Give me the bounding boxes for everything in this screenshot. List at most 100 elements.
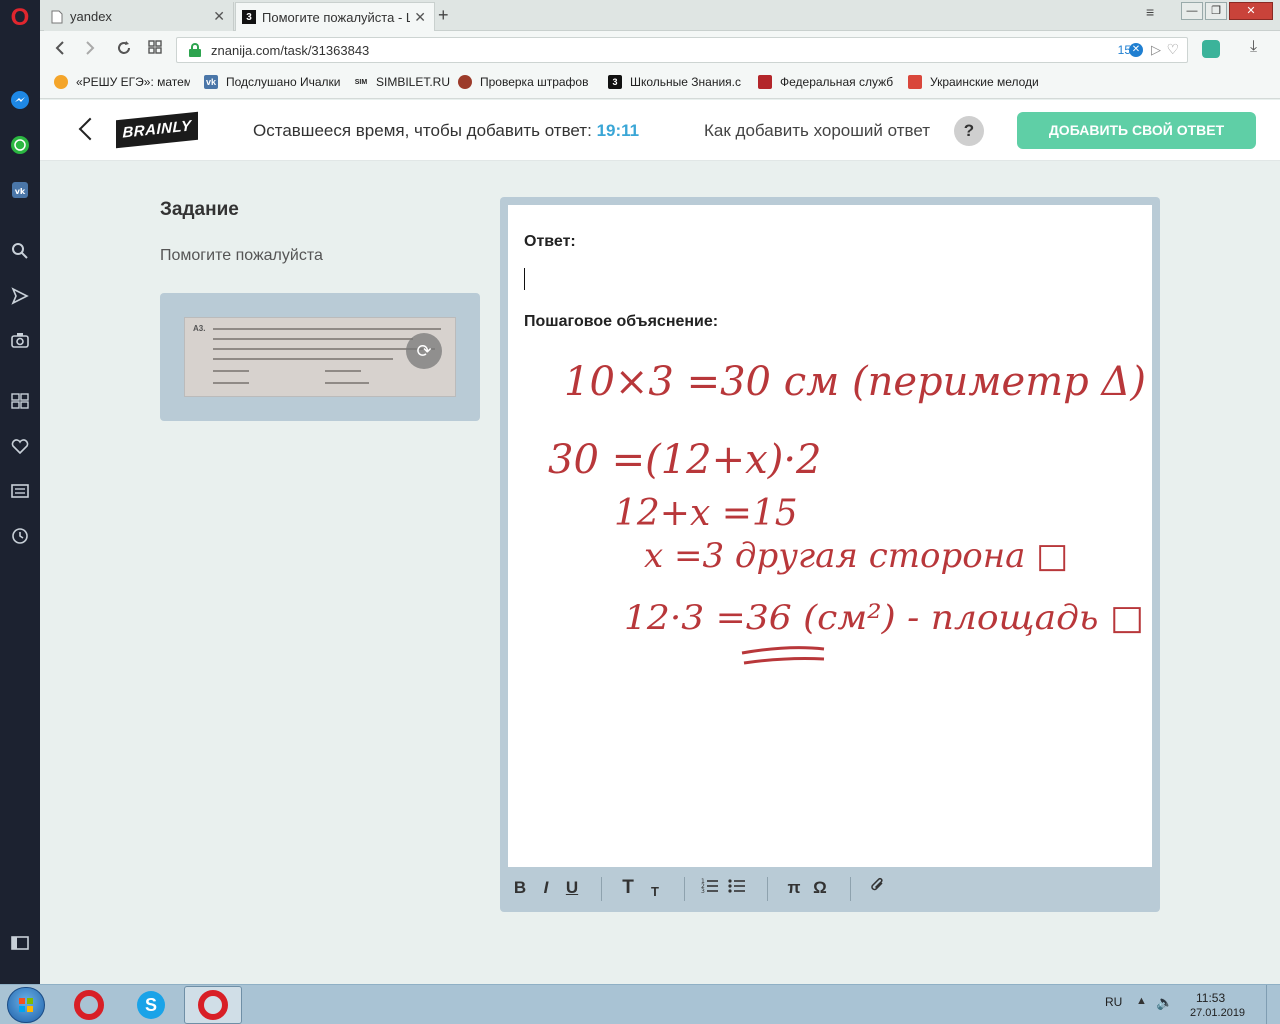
help-icon[interactable]: ? [954, 116, 984, 146]
news-icon[interactable] [8, 479, 32, 503]
pi-button[interactable]: π [784, 877, 804, 899]
tab-znanija[interactable]: 3 Помогите пожалуйста - Ш ✕ [235, 2, 435, 31]
clock-time[interactable]: 11:53 [1196, 991, 1225, 1005]
bookmark-label: Подслушано Ичалки [226, 75, 341, 89]
address-bar[interactable]: znanija.com/task/31363843 15 ✕ ▷ ♡ [176, 37, 1188, 63]
language-indicator[interactable]: RU [1105, 995, 1122, 1009]
tab-title: Помогите пожалуйста - Ш [262, 9, 410, 25]
opera-logo-icon[interactable]: O [8, 6, 32, 30]
messenger-icon[interactable] [8, 88, 32, 112]
emblem-icon [458, 75, 472, 89]
bookmarks-bar: «РЕШУ ЕГЭ»: матема vk Подслушано Ичалки … [40, 69, 1280, 99]
tray-arrow-icon[interactable]: ▲ [1136, 995, 1147, 1007]
tab-title: yandex [70, 9, 112, 24]
tab-yandex[interactable]: yandex ✕ [44, 2, 234, 31]
history-icon[interactable] [8, 524, 32, 548]
timer-value: 19:11 [596, 121, 640, 140]
tabs-grid-icon[interactable] [148, 40, 162, 59]
taskbar-opera-pinned[interactable] [60, 986, 118, 1024]
answer-editor: Ответ: Пошаговое объяснение: 10×3 =30 см… [500, 197, 1160, 912]
close-window-button[interactable]: ✕ [1229, 2, 1273, 20]
bookmark-item[interactable]: Федеральная служб [758, 75, 896, 89]
add-answer-button[interactable]: Добавить свой ответ [1017, 112, 1256, 149]
sun-icon [54, 75, 68, 89]
close-icon[interactable]: ✕ [213, 8, 225, 25]
handwriting-line: 10×3 =30 см (периметр Δ) [564, 359, 1146, 405]
bookmark-item[interactable]: 3 Школьные Знания.c [608, 75, 744, 89]
heading-small-button[interactable]: T [645, 881, 665, 903]
sim-icon: SIM [354, 75, 368, 89]
reload-icon[interactable] [116, 40, 132, 61]
italic-button[interactable]: I [536, 877, 556, 899]
bookmark-label: «РЕШУ ЕГЭ»: матема [76, 75, 190, 89]
task-text: Помогите пожалуйста [160, 247, 323, 264]
znanija-favicon-icon: 3 [242, 10, 256, 24]
download-icon[interactable]: ⤓ [1250, 38, 1257, 56]
handwriting-line: 12+x =15 [614, 493, 798, 534]
znanija-icon: 3 [608, 75, 622, 89]
taskbar-opera-active[interactable] [184, 986, 242, 1024]
bold-button[interactable]: B [510, 877, 530, 899]
whatsapp-icon[interactable] [8, 133, 32, 157]
handwriting-line: x =3 другая сторона □ [644, 536, 1068, 576]
omega-button[interactable]: Ω [810, 877, 830, 899]
bookmark-item[interactable]: vk Подслушано Ичалки [204, 75, 344, 89]
bullet-list-icon[interactable] [727, 877, 747, 899]
share-icon[interactable]: ▷ [1151, 42, 1161, 58]
underline-button[interactable]: U [562, 877, 582, 899]
brainly-logo[interactable]: BRAINLY [116, 111, 198, 149]
bookmark-label: Школьные Знания.c [630, 75, 742, 89]
start-button[interactable] [7, 987, 45, 1023]
timer: Оставшееся время, чтобы добавить ответ: … [253, 121, 639, 141]
howto-link[interactable]: Как добавить хороший ответ [704, 121, 930, 141]
volume-icon[interactable]: 🔈 [1156, 994, 1173, 1011]
bookmark-item[interactable]: «РЕШУ ЕГЭ»: матема [54, 75, 190, 89]
minimize-button[interactable]: — [1181, 2, 1203, 20]
sidebar-toggle-icon[interactable] [8, 931, 32, 955]
bookmark-item[interactable]: SIM SIMBILET.RU [354, 75, 450, 89]
vpn-icon[interactable] [1202, 40, 1220, 58]
forward-icon[interactable] [84, 40, 96, 61]
lock-icon [189, 43, 201, 57]
tab-menu-icon[interactable]: ≡ [1146, 4, 1154, 20]
bookmark-label: Украинские мелоди [930, 75, 1039, 89]
heart-icon[interactable] [8, 434, 32, 458]
vk-icon[interactable]: vk [8, 178, 32, 202]
new-tab-icon[interactable]: + [438, 5, 449, 26]
taskbar-skype[interactable]: S [122, 986, 180, 1024]
svg-text:vk: vk [15, 187, 26, 196]
editor-toolbar: B I U T T 123 π Ω [500, 867, 1160, 912]
show-desktop-button[interactable] [1266, 985, 1280, 1024]
bookmark-item[interactable]: Проверка штрафов [458, 75, 590, 89]
timer-label: Оставшееся время, чтобы добавить ответ: [253, 121, 592, 140]
maximize-button[interactable]: ❐ [1205, 2, 1227, 20]
search-icon[interactable] [8, 239, 32, 263]
underline-mark [741, 646, 825, 655]
numbered-list-icon[interactable]: 123 [700, 877, 720, 899]
tab-bar: yandex ✕ 3 Помогите пожалуйста - Ш ✕ + ≡… [40, 0, 1280, 31]
close-icon[interactable]: ✕ [414, 9, 426, 26]
fns-icon [758, 75, 772, 89]
windows-icon [19, 998, 33, 1012]
bookmark-item[interactable]: Украинские мелоди [908, 75, 1044, 89]
handwriting-line: 30 =(12+x)·2 [548, 437, 821, 483]
back-arrow-icon[interactable] [78, 114, 92, 144]
speed-dial-icon[interactable] [8, 389, 32, 413]
adblock-icon[interactable]: ✕ [1129, 43, 1143, 57]
url-text: znanija.com/task/31363843 [211, 42, 370, 58]
editor-content[interactable]: Ответ: Пошаговое объяснение: 10×3 =30 см… [508, 205, 1152, 867]
clock-date[interactable]: 27.01.2019 [1190, 1007, 1245, 1019]
task-heading: Задание [160, 199, 239, 220]
camera-icon[interactable] [8, 328, 32, 352]
windows-taskbar: S RU ▲ 🔈 11:53 27.01.2019 [0, 984, 1280, 1024]
back-icon[interactable] [54, 40, 66, 61]
heading-large-button[interactable]: T [618, 877, 638, 899]
music-icon [908, 75, 922, 89]
send-icon[interactable] [8, 284, 32, 308]
attachment-icon[interactable] [868, 877, 888, 899]
vk-icon: vk [204, 75, 218, 89]
attachment-card[interactable]: А3. ⟳ [160, 293, 480, 421]
bookmark-heart-icon[interactable]: ♡ [1166, 41, 1179, 58]
opera-sidebar: O vk [0, 0, 40, 984]
rotate-icon[interactable]: ⟳ [406, 333, 442, 369]
